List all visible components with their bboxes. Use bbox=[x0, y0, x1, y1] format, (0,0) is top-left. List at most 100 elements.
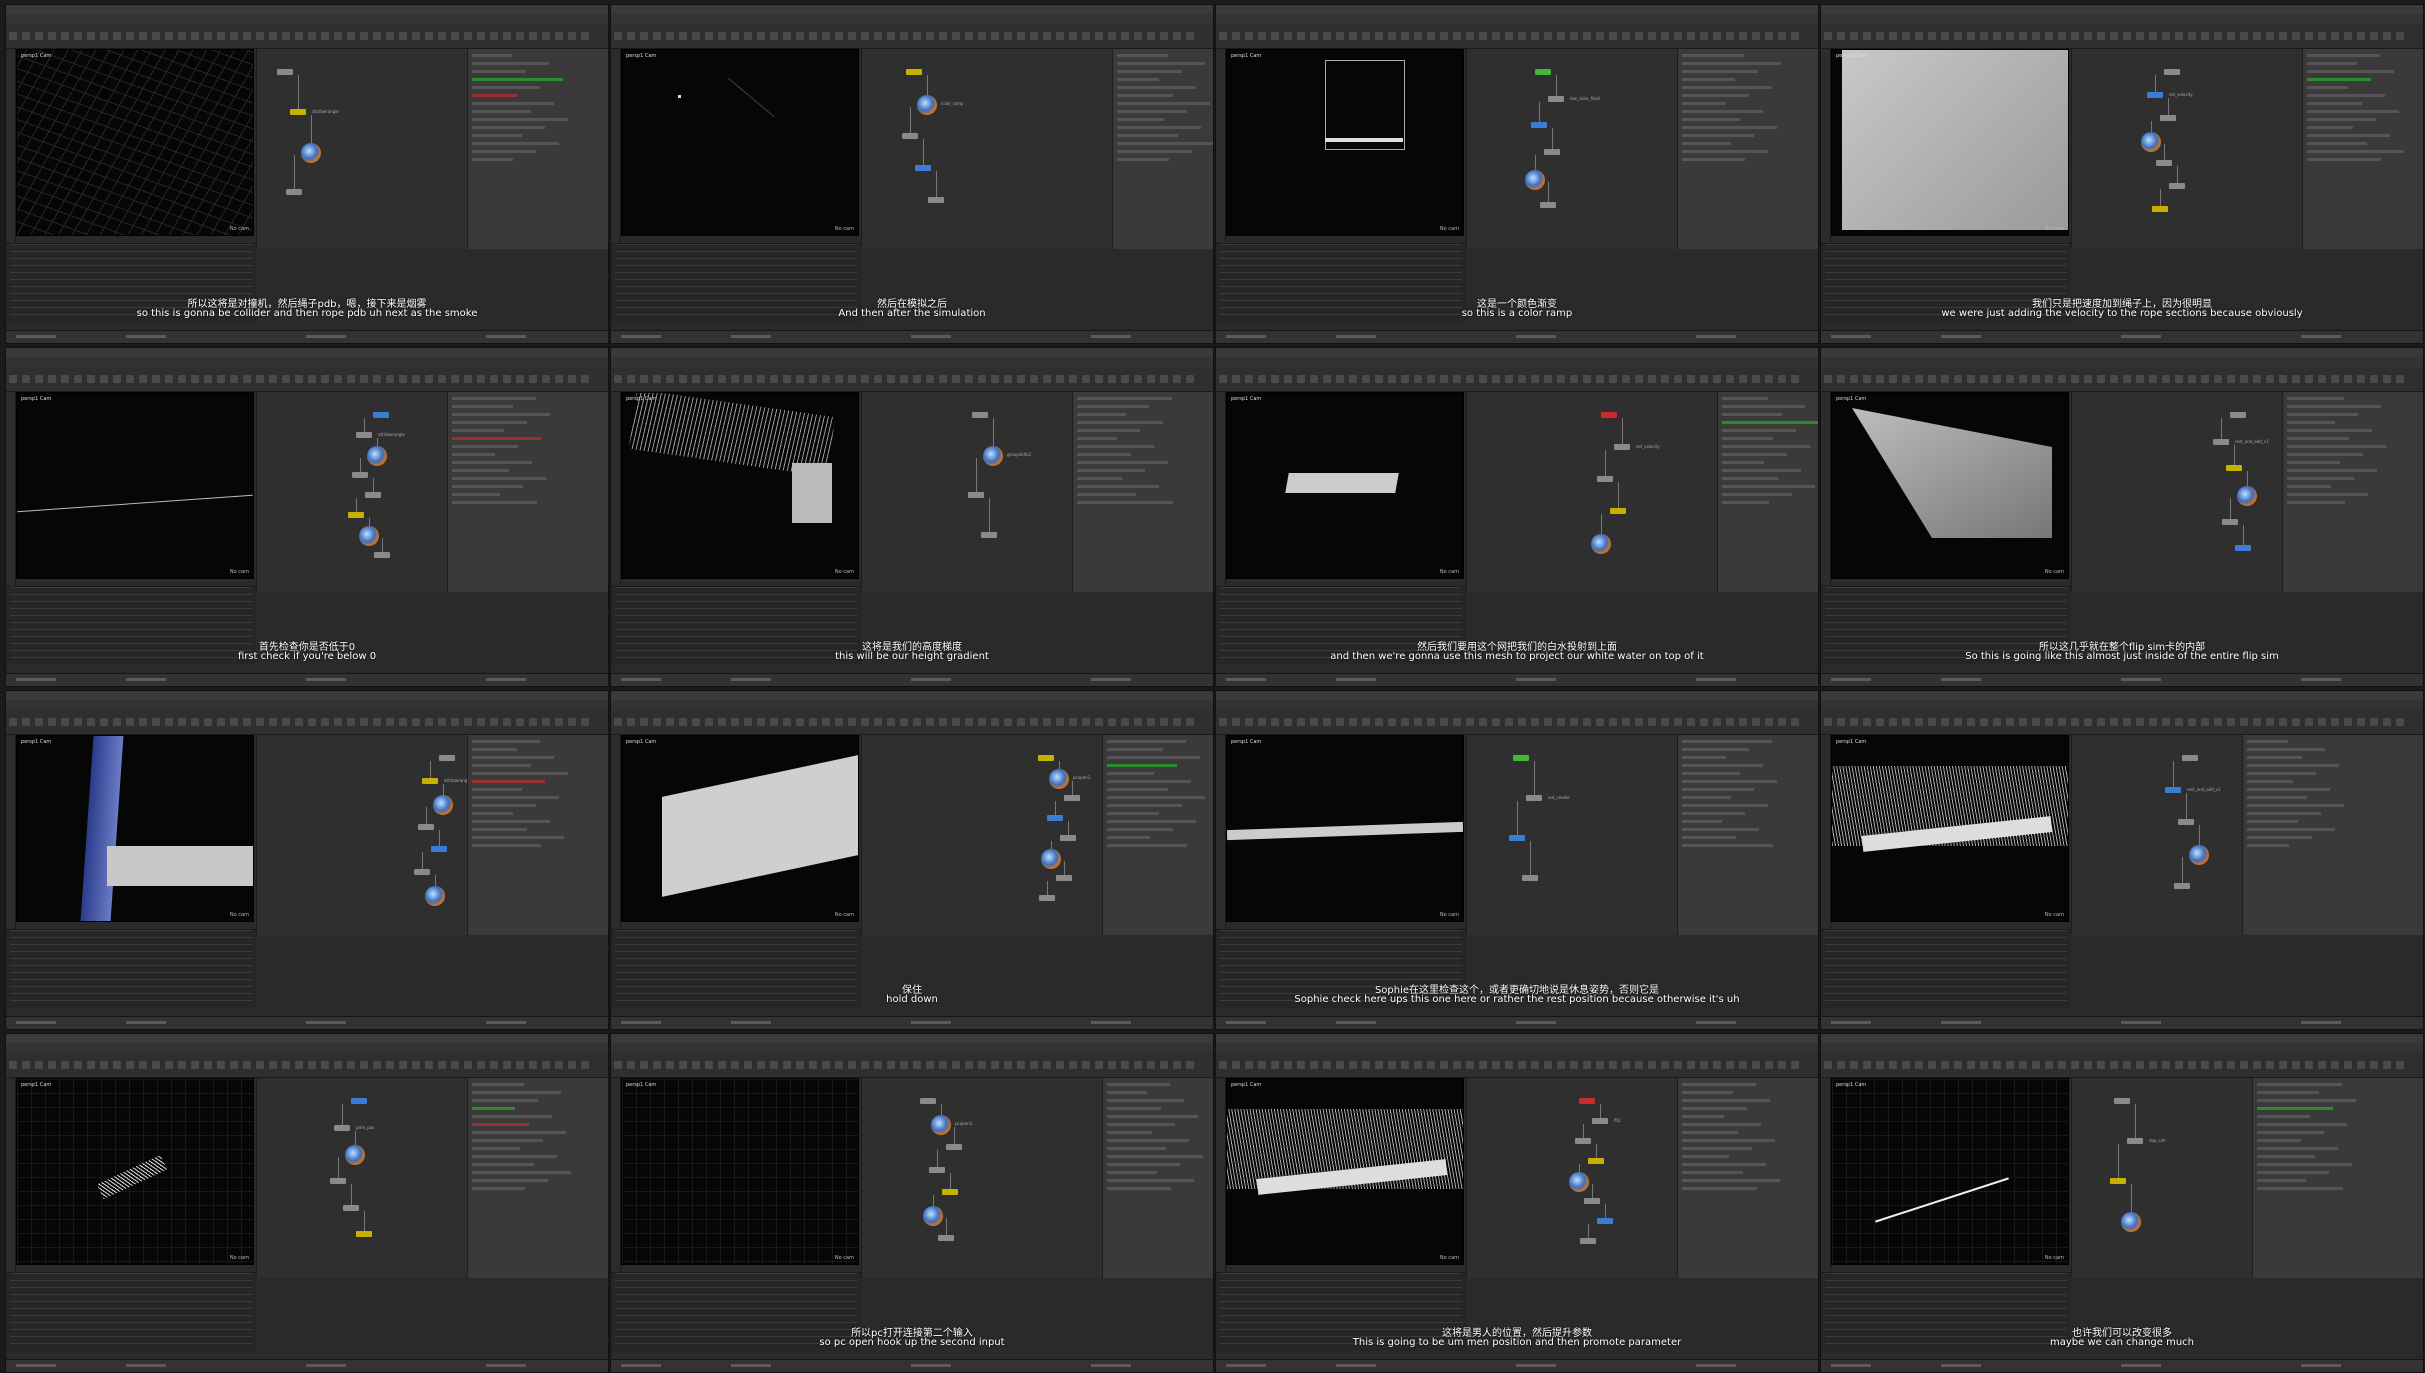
parameter-row[interactable] bbox=[1682, 828, 1759, 831]
shelf-tool-icon[interactable] bbox=[861, 718, 869, 726]
playbar-control[interactable] bbox=[1336, 678, 1376, 681]
shelf-tool-icon[interactable] bbox=[1173, 718, 1181, 726]
parameter-row[interactable] bbox=[1682, 836, 1736, 839]
shelf-tool-icon[interactable] bbox=[191, 375, 199, 383]
shelf-tool-icon[interactable] bbox=[1121, 1061, 1129, 1069]
shelf-tool-icon[interactable] bbox=[1362, 32, 1370, 40]
shelf-tool-icon[interactable] bbox=[451, 375, 459, 383]
parameter-row[interactable] bbox=[2247, 844, 2289, 847]
parameter-row[interactable] bbox=[1682, 780, 1777, 783]
node-wire[interactable] bbox=[342, 1104, 343, 1125]
shelf-tool-icon[interactable] bbox=[640, 1061, 648, 1069]
shelf-tool-icon[interactable] bbox=[2253, 1061, 2261, 1069]
shelf-tool-icon[interactable] bbox=[373, 375, 381, 383]
shelf-tool-icon[interactable] bbox=[2370, 32, 2378, 40]
network-editor[interactable]: attribwrangle bbox=[256, 49, 471, 249]
shelf-tool-icon[interactable] bbox=[1245, 32, 1253, 40]
parameter-row[interactable] bbox=[2247, 828, 2335, 831]
shelf-tool-icon[interactable] bbox=[1791, 718, 1799, 726]
viewport-camera-label[interactable]: persp1 Cam bbox=[1231, 1082, 1261, 1088]
network-node[interactable] bbox=[439, 755, 455, 761]
playbar-control[interactable] bbox=[16, 1021, 56, 1024]
shelf-tool-icon[interactable] bbox=[1245, 375, 1253, 383]
playbar-control[interactable] bbox=[16, 1364, 56, 1367]
shelf-toolbar[interactable] bbox=[6, 24, 608, 49]
shelf-tool-icon[interactable] bbox=[627, 718, 635, 726]
node-wire[interactable] bbox=[923, 139, 924, 165]
parameter-row[interactable] bbox=[1117, 54, 1168, 57]
playbar-control[interactable] bbox=[1226, 678, 1266, 681]
parameter-row[interactable] bbox=[472, 1123, 529, 1126]
parameter-row[interactable] bbox=[1077, 493, 1136, 496]
node-wire[interactable] bbox=[1596, 1144, 1597, 1158]
shelf-tool-icon[interactable] bbox=[1479, 718, 1487, 726]
network-node[interactable] bbox=[1526, 795, 1542, 801]
viewport-camera-menu[interactable]: No cam bbox=[2045, 569, 2064, 575]
parameter-row[interactable] bbox=[472, 1171, 571, 1174]
dop-network-node-icon[interactable] bbox=[1041, 849, 1061, 869]
shelf-tool-icon[interactable] bbox=[1980, 718, 1988, 726]
shelf-tool-icon[interactable] bbox=[1134, 1061, 1142, 1069]
parameter-row[interactable] bbox=[1682, 1163, 1766, 1166]
shelf-tool-icon[interactable] bbox=[744, 32, 752, 40]
shelf-tool-icon[interactable] bbox=[1219, 718, 1227, 726]
shelf-tool-icon[interactable] bbox=[1739, 1061, 1747, 1069]
shelf-tool-icon[interactable] bbox=[2331, 32, 2339, 40]
shelf-tool-icon[interactable] bbox=[1427, 32, 1435, 40]
shelf-tool-icon[interactable] bbox=[679, 32, 687, 40]
viewport-camera-label[interactable]: persp1 Cam bbox=[626, 53, 656, 59]
shelf-tool-icon[interactable] bbox=[1147, 718, 1155, 726]
shelf-tool-icon[interactable] bbox=[347, 1061, 355, 1069]
shelf-tool-icon[interactable] bbox=[1622, 32, 1630, 40]
shelf-tool-icon[interactable] bbox=[848, 32, 856, 40]
shelf-tool-icon[interactable] bbox=[770, 32, 778, 40]
node-wire[interactable] bbox=[364, 1210, 365, 1232]
shelf-tool-icon[interactable] bbox=[386, 1061, 394, 1069]
shelf-tool-icon[interactable] bbox=[230, 375, 238, 383]
shelf-tool-icon[interactable] bbox=[614, 1061, 622, 1069]
node-wire[interactable] bbox=[298, 75, 299, 109]
playbar-control[interactable] bbox=[1696, 1364, 1736, 1367]
shelf-tool-icon[interactable] bbox=[978, 1061, 986, 1069]
shelf-tool-icon[interactable] bbox=[731, 1061, 739, 1069]
playbar-control[interactable] bbox=[1696, 335, 1736, 338]
node-wire[interactable] bbox=[1583, 1124, 1584, 1138]
shelf-tool-icon[interactable] bbox=[978, 32, 986, 40]
shelf-tool-icon[interactable] bbox=[568, 375, 576, 383]
shelf-tool-icon[interactable] bbox=[74, 1061, 82, 1069]
parameter-row[interactable] bbox=[2287, 429, 2372, 432]
parameter-row[interactable] bbox=[1722, 397, 1768, 400]
shelf-tool-icon[interactable] bbox=[1232, 32, 1240, 40]
node-wire[interactable] bbox=[950, 1172, 951, 1190]
node-wire[interactable] bbox=[1055, 801, 1056, 815]
shelf-tool-icon[interactable] bbox=[438, 375, 446, 383]
shelf-tool-icon[interactable] bbox=[1401, 1061, 1409, 1069]
shelf-tool-icon[interactable] bbox=[731, 32, 739, 40]
network-node[interactable] bbox=[928, 197, 944, 203]
viewport-camera-menu[interactable]: No cam bbox=[230, 912, 249, 918]
shelf-tool-icon[interactable] bbox=[1004, 375, 1012, 383]
shelf-tool-icon[interactable] bbox=[952, 718, 960, 726]
shelf-tool-icon[interactable] bbox=[61, 718, 69, 726]
parameter-editor[interactable] bbox=[467, 1078, 608, 1278]
viewport-camera-menu[interactable]: No cam bbox=[835, 1255, 854, 1261]
parameter-row[interactable] bbox=[2307, 102, 2362, 105]
shelf-tool-icon[interactable] bbox=[1778, 32, 1786, 40]
shelf-tool-icon[interactable] bbox=[1902, 718, 1910, 726]
shelf-tool-icon[interactable] bbox=[282, 718, 290, 726]
parameter-row[interactable] bbox=[472, 788, 522, 791]
shelf-tool-icon[interactable] bbox=[1596, 1061, 1604, 1069]
network-node[interactable] bbox=[373, 412, 389, 418]
shelf-tool-icon[interactable] bbox=[2253, 718, 2261, 726]
shelf-tool-icon[interactable] bbox=[939, 718, 947, 726]
shelf-tool-icon[interactable] bbox=[464, 32, 472, 40]
shelf-tool-icon[interactable] bbox=[900, 718, 908, 726]
scene-viewport[interactable]: persp1 Cam No cam bbox=[621, 392, 859, 579]
parameter-row[interactable] bbox=[1682, 78, 1735, 81]
shelf-tool-icon[interactable] bbox=[692, 375, 700, 383]
shelf-tool-icon[interactable] bbox=[1466, 718, 1474, 726]
parameter-row[interactable] bbox=[2257, 1131, 2324, 1134]
shelf-tool-icon[interactable] bbox=[1518, 32, 1526, 40]
shelf-tool-icon[interactable] bbox=[1375, 32, 1383, 40]
parameter-row[interactable] bbox=[1077, 485, 1159, 488]
